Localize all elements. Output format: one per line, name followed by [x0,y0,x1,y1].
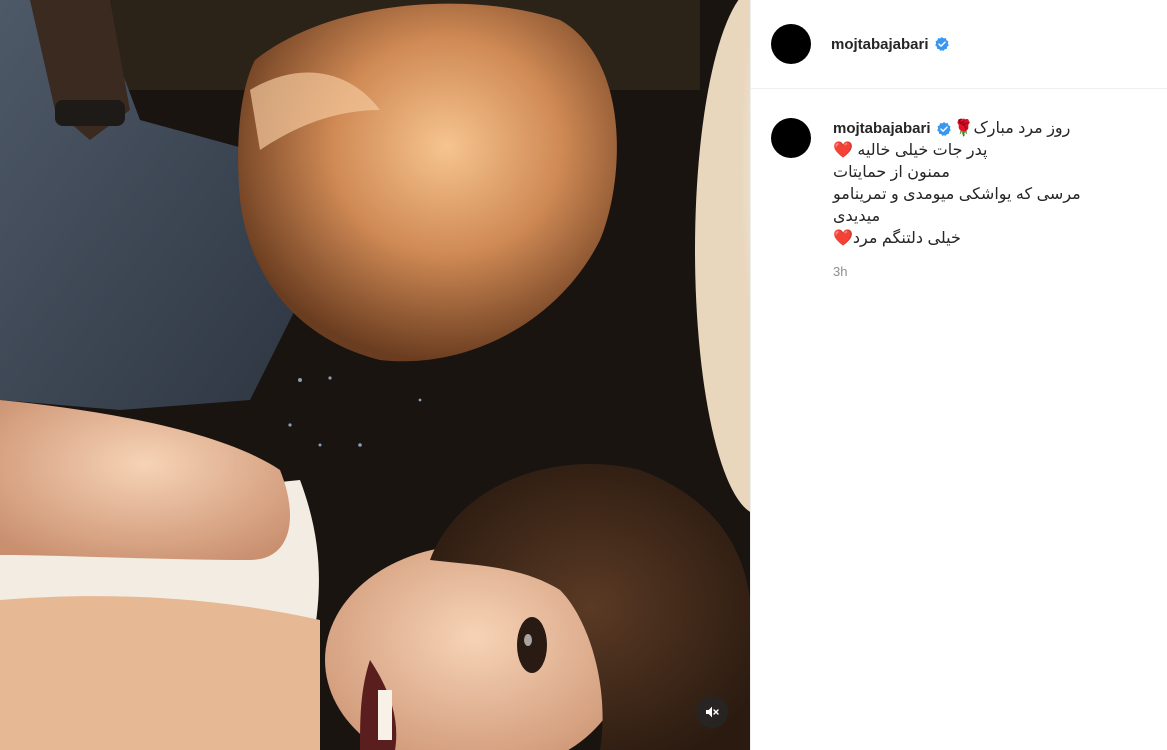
post-sidebar: mojtabajabari mojtabajabari روز مرد مبار… [750,0,1167,750]
avatar[interactable] [771,24,811,64]
caption-comment: mojtabajabari روز مرد مبارک🌹 پدر جات خیل… [751,89,1167,279]
post-timestamp[interactable]: 3h [833,264,1147,279]
video-frame [0,0,750,750]
caption-text-line: ممنون از حمایتات [833,164,950,181]
caption-first-row: mojtabajabari روز مرد مبارک🌹 [833,118,1147,140]
caption-avatar[interactable] [771,118,811,158]
caption-text-line: مرسی که یواشکی میومدی و تمرینامو [833,186,1081,203]
post-video[interactable] [0,0,750,750]
caption-text-line: روز مرد مبارک🌹 [953,120,1071,137]
caption-text-line: پدر جات خیلی خالیه ❤️ [833,142,988,159]
caption-body: mojtabajabari روز مرد مبارک🌹 پدر جات خیل… [833,118,1147,279]
speaker-muted-icon [706,706,719,718]
verified-badge-icon [934,37,949,51]
mute-toggle-button[interactable] [696,696,728,728]
verified-badge-icon [936,122,951,136]
author-info: mojtabajabari [831,36,950,53]
caption-username[interactable]: mojtabajabari [833,118,931,140]
post-author-username[interactable]: mojtabajabari [831,36,929,53]
instagram-post-dialog: mojtabajabari mojtabajabari روز مرد مبار… [0,0,1167,750]
caption-text-line: میدیدی [833,208,881,225]
post-header: mojtabajabari [751,0,1167,89]
caption-text-line: خیلی دلتنگم مرد❤️ [833,230,961,247]
